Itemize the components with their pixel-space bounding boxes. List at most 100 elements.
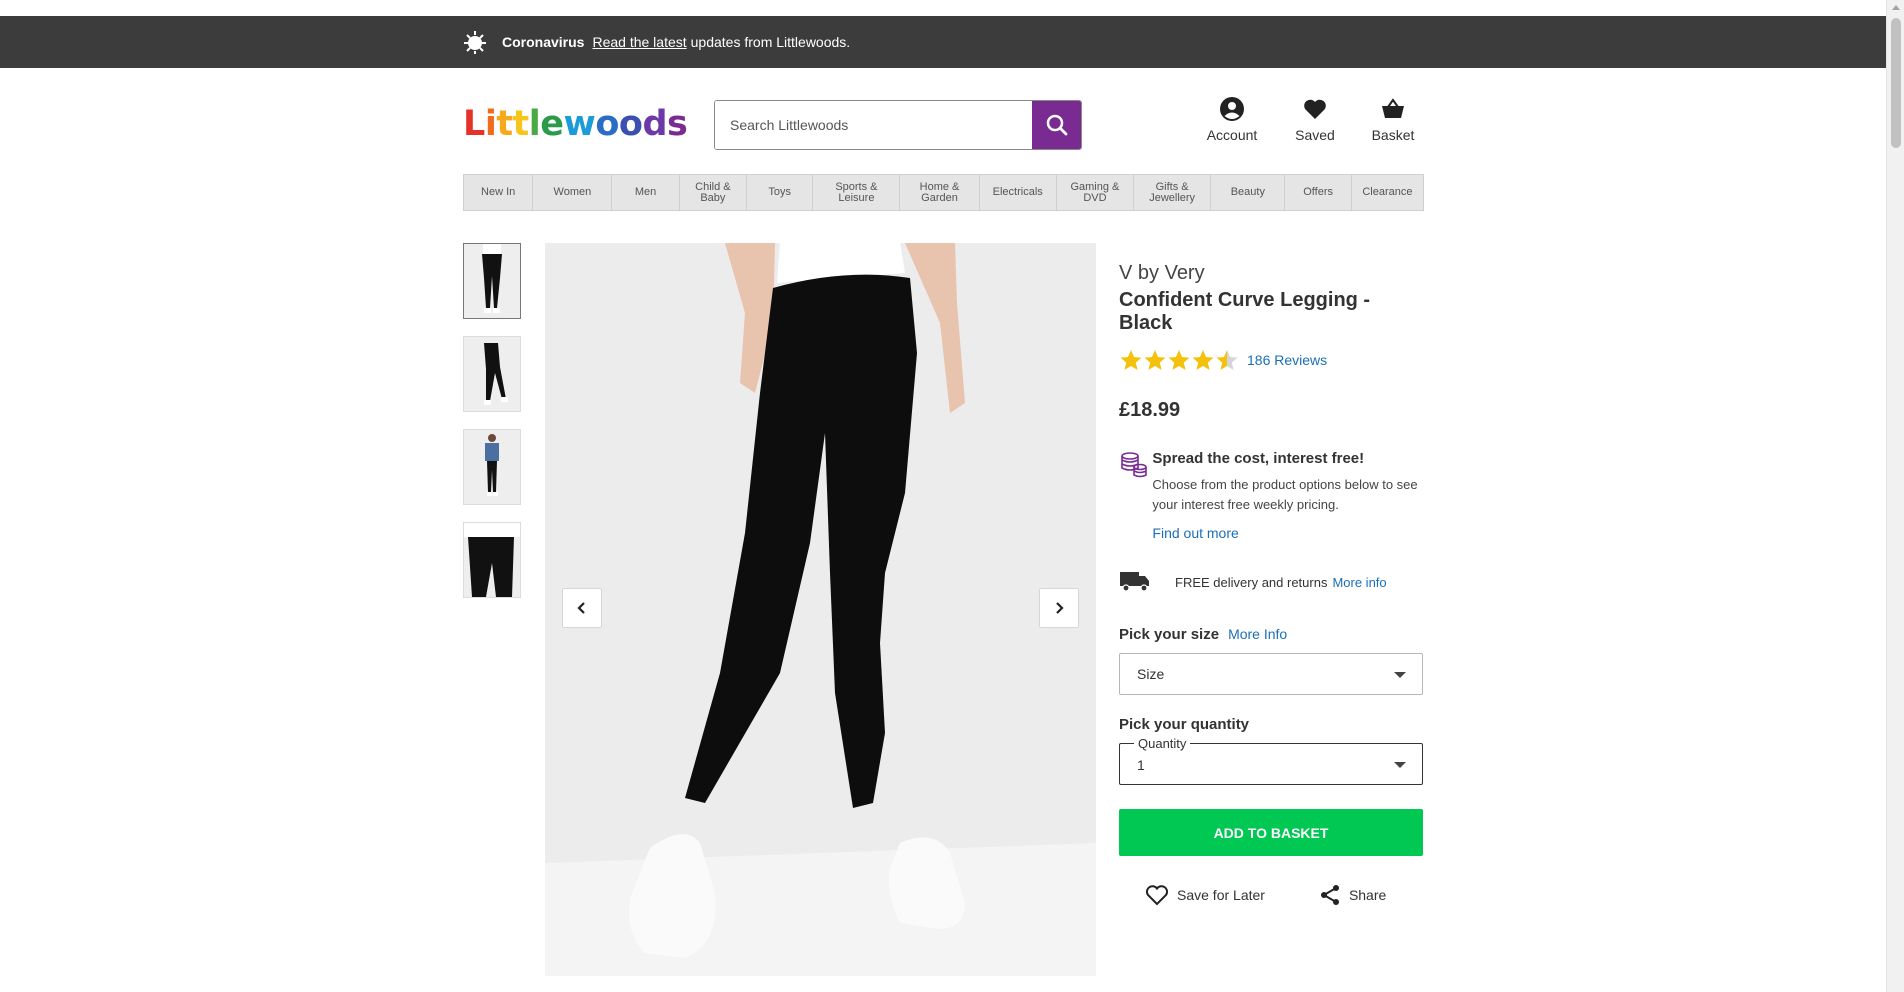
- category-nav: New In Women Men Child & Baby Toys Sports & L…: [463, 174, 1424, 211]
- heart-outline-icon: [1145, 885, 1169, 906]
- logo-letter: L: [463, 104, 485, 144]
- truck-icon: [1120, 572, 1149, 592]
- share-label: Share: [1348, 887, 1387, 903]
- product-photo: [545, 243, 1096, 976]
- quantity-label-row: Pick your quantity: [1119, 716, 1424, 733]
- nav-item-gaming-dvd[interactable]: Gaming & DVD: [1057, 175, 1135, 210]
- nav-item-women[interactable]: Women: [533, 175, 613, 210]
- basket-icon: [1382, 98, 1404, 118]
- nav-item-new-in[interactable]: New In: [464, 175, 534, 210]
- product-title: Confident Curve Legging - Black: [1119, 289, 1371, 334]
- thumbnail-3[interactable]: [463, 429, 521, 505]
- quantity-label: Pick your quantity: [1119, 716, 1250, 733]
- nav-item-gifts-jewellery[interactable]: Gifts & Jewellery: [1134, 175, 1212, 210]
- product-actions: Save for Later Share: [1119, 884, 1424, 906]
- share-icon: [1320, 885, 1339, 905]
- heart-icon: [1304, 99, 1326, 119]
- nav-item-toys[interactable]: Toys: [747, 175, 814, 210]
- nav-item-clearance[interactable]: Clearance: [1352, 175, 1423, 210]
- size-label: Pick your size: [1119, 626, 1220, 643]
- search-icon: [1046, 114, 1067, 136]
- delivery-more-info-link[interactable]: More info: [1332, 575, 1386, 590]
- scrollbar-thumb[interactable]: [1891, 18, 1901, 148]
- saved-label: Saved: [1295, 127, 1335, 143]
- quantity-select[interactable]: Quantity 1: [1119, 736, 1423, 785]
- logo-letter: e: [540, 104, 564, 144]
- nav-item-home-garden[interactable]: Home & Garden: [900, 175, 980, 210]
- chevron-right-icon: [1056, 602, 1064, 614]
- account-label: Account: [1206, 127, 1258, 143]
- finance-text: Choose from the product options below to…: [1152, 477, 1418, 512]
- logo-letter: o: [618, 104, 643, 144]
- save-for-later-label: Save for Later: [1177, 887, 1265, 903]
- logo-letter: t: [496, 104, 513, 144]
- logo-letter: d: [642, 104, 668, 144]
- search-input[interactable]: [715, 101, 1032, 149]
- carousel-prev-button[interactable]: [562, 588, 602, 628]
- thumbnail-2[interactable]: [463, 336, 521, 412]
- nav-item-sports-leisure[interactable]: Sports & Leisure: [813, 175, 901, 210]
- product-brand[interactable]: V by Very: [1119, 262, 1424, 285]
- chevron-left-icon: [577, 602, 585, 614]
- banner-read-latest-link[interactable]: Read the latest: [592, 34, 686, 50]
- search-button[interactable]: [1032, 101, 1081, 149]
- covid-banner-content: Coronavirus Read the latest updates from…: [462, 16, 850, 68]
- find-out-more-link[interactable]: Find out more: [1152, 525, 1424, 541]
- share-button[interactable]: Share: [1319, 884, 1386, 906]
- caret-down-icon: [1394, 672, 1406, 678]
- size-select-value: Size: [1137, 666, 1165, 682]
- size-select[interactable]: Size: [1119, 653, 1423, 695]
- star-rating: [1119, 349, 1239, 371]
- littlewoods-logo[interactable]: Littlewoods: [463, 104, 688, 144]
- thumbnail-1[interactable]: [463, 243, 521, 319]
- saved-button[interactable]: Saved: [1281, 96, 1349, 143]
- nav-item-child-baby[interactable]: Child & Baby: [680, 175, 748, 210]
- logo-letter: o: [595, 104, 619, 144]
- save-for-later-button[interactable]: Save for Later: [1145, 884, 1265, 906]
- page-scrollbar[interactable]: [1886, 0, 1904, 992]
- star-icon: [1216, 350, 1238, 370]
- covid-banner: Coronavirus Read the latest updates from…: [0, 16, 1886, 68]
- size-label-row: Pick your size More Info: [1119, 626, 1424, 643]
- banner-text: updates from Littlewoods.: [690, 34, 851, 50]
- nav-item-electricals[interactable]: Electricals: [980, 175, 1057, 210]
- caret-down-icon: [1394, 762, 1406, 768]
- account-icon: [1220, 97, 1244, 121]
- basket-button[interactable]: Basket: [1359, 96, 1427, 143]
- quantity-select-value: 1: [1137, 757, 1145, 773]
- reviews-link[interactable]: 186 Reviews: [1247, 352, 1327, 368]
- quantity-legend: Quantity: [1134, 736, 1191, 751]
- logo-letter: l: [528, 104, 541, 144]
- thumbnail-4[interactable]: [463, 522, 521, 598]
- logo-letter: i: [484, 104, 497, 144]
- logo-letter: s: [667, 104, 688, 144]
- add-to-basket-button[interactable]: ADD TO BASKET: [1119, 809, 1423, 856]
- thumbnail-list: [463, 243, 521, 615]
- logo-letter: t: [512, 104, 530, 144]
- coins-icon: [1121, 452, 1147, 478]
- product-price: £18.99: [1119, 399, 1181, 421]
- finance-block: Spread the cost, interest free! Choose f…: [1119, 450, 1424, 541]
- logo-letter: w: [563, 104, 596, 144]
- delivery-text: FREE delivery and returns: [1175, 575, 1328, 590]
- scroll-up-icon[interactable]: [1892, 5, 1900, 10]
- main-product-image: [545, 243, 1096, 976]
- nav-item-offers[interactable]: Offers: [1285, 175, 1352, 210]
- finance-title: Spread the cost, interest free!: [1152, 450, 1365, 467]
- virus-icon: [464, 31, 486, 54]
- star-icon: [1120, 350, 1142, 370]
- delivery-info: FREE delivery and returns More info: [1119, 569, 1424, 596]
- carousel-next-button[interactable]: [1039, 588, 1079, 628]
- nav-item-beauty[interactable]: Beauty: [1211, 175, 1286, 210]
- basket-label: Basket: [1371, 127, 1415, 143]
- size-more-info-link[interactable]: More Info: [1228, 626, 1287, 642]
- product-info: V by Very Confident Curve Legging - Blac…: [1119, 262, 1424, 906]
- nav-item-men[interactable]: Men: [612, 175, 680, 210]
- product-rating: 186 Reviews: [1119, 349, 1424, 371]
- header-icons: Account Saved Basket: [1195, 96, 1427, 143]
- browser-top-strip: [0, 0, 1886, 16]
- banner-title: Coronavirus: [502, 34, 585, 50]
- search-bar: [714, 100, 1082, 150]
- account-button[interactable]: Account: [1195, 96, 1269, 143]
- star-icon: [1144, 350, 1166, 370]
